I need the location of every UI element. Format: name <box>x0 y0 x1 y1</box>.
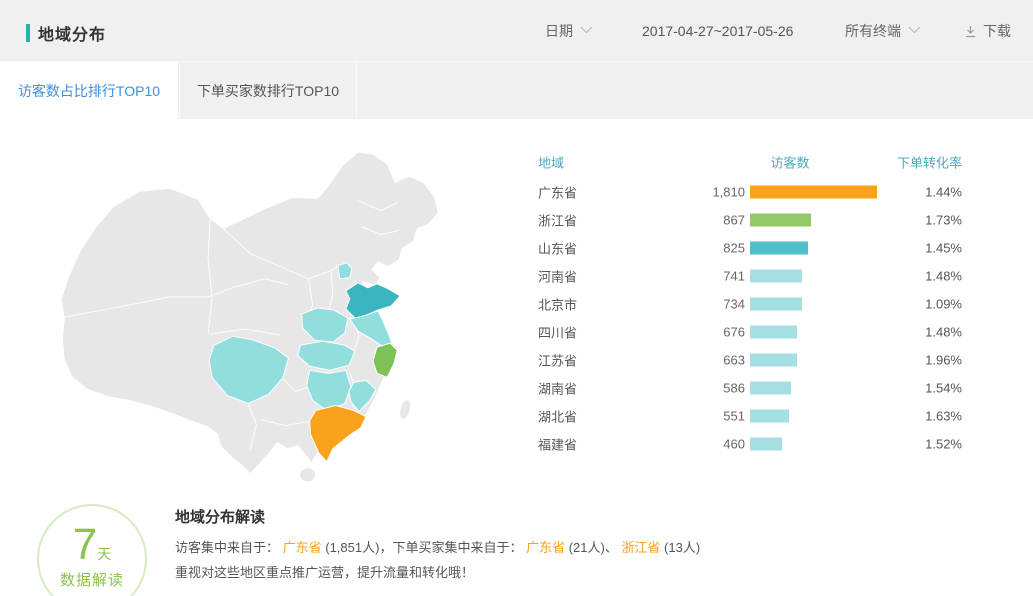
province-link[interactable]: 广东省 <box>526 540 565 555</box>
table-row: 山东省 825 1.45% <box>530 234 962 262</box>
page-title: 地域分布 <box>38 21 106 45</box>
summary-text: (21人)、 <box>565 540 621 555</box>
map-region-guangdong[interactable] <box>310 405 366 461</box>
date-range-picker[interactable]: 2017-04-27~2017-05-26 <box>642 0 793 62</box>
visitor-bar <box>750 410 789 423</box>
table-row: 四川省 676 1.48% <box>530 318 962 346</box>
map-region-taiwan <box>398 398 413 420</box>
summary-heading: 地域分布解读 <box>175 506 700 527</box>
conversion-rate: 1.63% <box>882 409 962 424</box>
table-header-row: 地域 访客数 下单转化率 <box>530 146 962 178</box>
visitor-bar <box>750 298 802 311</box>
visitor-bar <box>750 382 791 395</box>
province-link[interactable]: 浙江省 <box>621 540 660 555</box>
ranking-table: 地域 访客数 下单转化率 广东省 1,810 1.44% 浙江省 867 1.7… <box>530 146 962 458</box>
region-name: 江苏省 <box>538 351 577 370</box>
table-row: 湖北省 551 1.63% <box>530 402 962 430</box>
table-row: 广东省 1,810 1.44% <box>530 178 962 206</box>
conversion-rate: 1.54% <box>882 381 962 396</box>
visitor-count: 663 <box>615 353 745 368</box>
visitor-count: 1,810 <box>615 185 745 200</box>
chevron-down-icon <box>581 22 592 33</box>
map-base-landmass <box>61 152 438 474</box>
chevron-down-icon <box>909 22 920 33</box>
visitor-bar <box>750 326 797 339</box>
province-link[interactable]: 广东省 <box>283 540 322 555</box>
china-map <box>58 138 508 498</box>
summary-line-1: 访客集中来自于： 广东省 (1,851人)，下单买家集中来自于： 广东省 (21… <box>175 535 700 560</box>
table-row: 北京市 734 1.09% <box>530 290 962 318</box>
table-row: 江苏省 663 1.96% <box>530 346 962 374</box>
region-name: 河南省 <box>538 267 577 286</box>
summary-text: 访客集中来自于： <box>175 540 283 555</box>
download-icon <box>963 24 978 39</box>
conversion-rate: 1.45% <box>882 241 962 256</box>
tab-visitor-ranking[interactable]: 访客数占比排行TOP10 <box>0 62 178 119</box>
summary-text: (1,851人)，下单买家集中来自于： <box>322 540 526 555</box>
table-row: 河南省 741 1.48% <box>530 262 962 290</box>
visitor-count: 460 <box>615 437 745 452</box>
summary-text-block: 地域分布解读 访客集中来自于： 广东省 (1,851人)，下单买家集中来自于： … <box>175 506 700 585</box>
map-region-hainan <box>300 468 316 482</box>
conversion-rate: 1.73% <box>882 213 962 228</box>
table-row: 湖南省 586 1.54% <box>530 374 962 402</box>
summary-section: 7天 数据解读 地域分布解读 访客集中来自于： 广东省 (1,851人)，下单买… <box>0 498 1033 596</box>
seven-day-badge: 7天 数据解读 <box>37 504 147 596</box>
region-name: 福建省 <box>538 435 577 454</box>
visitor-bar <box>750 242 808 255</box>
region-distribution-panel: 地域分布 日期 2017-04-27~2017-05-26 所有终端 下载 访客… <box>0 0 1033 596</box>
visitor-count: 551 <box>615 409 745 424</box>
conversion-rate: 1.52% <box>882 437 962 452</box>
conversion-rate: 1.48% <box>882 269 962 284</box>
conversion-rate: 1.48% <box>882 325 962 340</box>
table-row: 福建省 460 1.52% <box>530 430 962 458</box>
badge-number: 7 <box>73 520 97 569</box>
visitor-bar <box>750 438 782 451</box>
summary-text: (13人) <box>660 540 700 555</box>
title-accent-bar <box>26 24 30 42</box>
header-visitors: 访客数 <box>725 153 855 172</box>
conversion-rate: 1.44% <box>882 185 962 200</box>
visitor-count: 586 <box>615 381 745 396</box>
region-name: 广东省 <box>538 183 577 202</box>
region-name: 北京市 <box>538 295 577 314</box>
visitor-bar <box>750 354 797 367</box>
tab-strip: 访客数占比排行TOP10 下单买家数排行TOP10 <box>0 62 1033 119</box>
conversion-rate: 1.09% <box>882 297 962 312</box>
visitor-count: 867 <box>615 213 745 228</box>
region-name: 浙江省 <box>538 211 577 230</box>
region-name: 湖北省 <box>538 407 577 426</box>
badge-caption: 数据解读 <box>60 569 124 590</box>
visitor-count: 825 <box>615 241 745 256</box>
header-conversion: 下单转化率 <box>862 153 962 172</box>
date-dropdown[interactable]: 日期 <box>545 0 589 62</box>
summary-line-2: 重视对这些地区重点推广运营，提升流量和转化哦！ <box>175 560 700 585</box>
visitor-bar <box>750 270 802 283</box>
conversion-rate: 1.96% <box>882 353 962 368</box>
region-name: 四川省 <box>538 323 577 342</box>
region-name: 山东省 <box>538 239 577 258</box>
visitor-count: 676 <box>615 325 745 340</box>
region-name: 湖南省 <box>538 379 577 398</box>
visitor-bar <box>750 186 877 199</box>
badge-unit: 天 <box>97 546 111 562</box>
table-row: 浙江省 867 1.73% <box>530 206 962 234</box>
page-title-wrap: 地域分布 <box>26 21 106 45</box>
map-region-zhejiang[interactable] <box>373 343 397 377</box>
visitor-count: 734 <box>615 297 745 312</box>
table-body: 广东省 1,810 1.44% 浙江省 867 1.73% 山东省 825 1.… <box>530 178 962 458</box>
header-region: 地域 <box>538 153 564 172</box>
visitor-bar <box>750 214 811 227</box>
map-region-shandong[interactable] <box>346 283 400 318</box>
download-button[interactable]: 下载 <box>963 0 1011 62</box>
header-bar: 地域分布 日期 2017-04-27~2017-05-26 所有终端 下载 <box>0 0 1033 62</box>
terminal-dropdown[interactable]: 所有终端 <box>845 0 917 62</box>
tab-buyer-ranking[interactable]: 下单买家数排行TOP10 <box>179 62 357 119</box>
visitor-count: 741 <box>615 269 745 284</box>
